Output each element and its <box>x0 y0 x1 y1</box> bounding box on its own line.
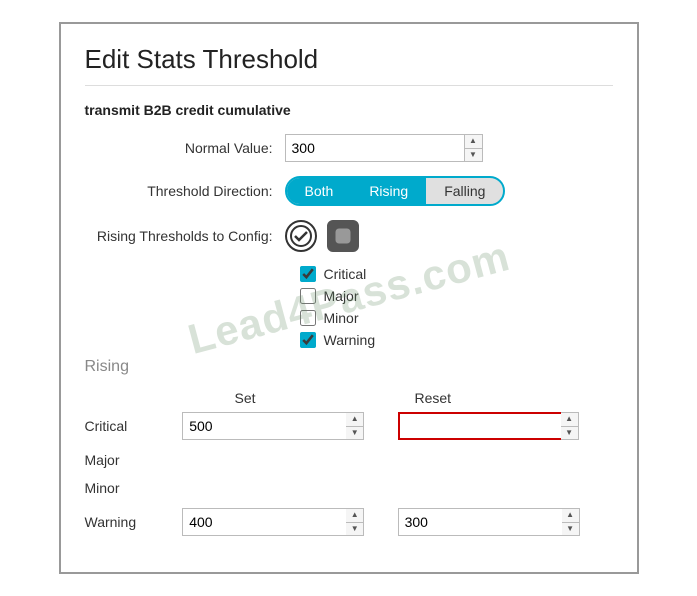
checkbox-major-label: Major <box>324 288 359 304</box>
spinner-up-icon[interactable]: ▲ <box>561 413 578 427</box>
threshold-direction-toggle: Both Rising Falling <box>285 176 506 206</box>
edit-stats-threshold-dialog: Lead4Pass.com Edit Stats Threshold trans… <box>59 22 639 574</box>
table-row-critical: Critical ▲ ▼ ▲ ▼ <box>85 412 613 440</box>
spinner-down-icon[interactable]: ▼ <box>561 427 578 440</box>
table-row-minor: Minor <box>85 480 613 496</box>
checkbox-critical[interactable]: Critical <box>300 266 613 282</box>
row-label-minor: Minor <box>85 480 183 496</box>
toggle-both[interactable]: Both <box>287 178 352 204</box>
row-label-warning: Warning <box>85 514 183 530</box>
checkbox-warning-input[interactable] <box>300 332 316 348</box>
spinner-up-icon[interactable]: ▲ <box>562 509 579 523</box>
spinner-up-icon[interactable]: ▲ <box>346 509 363 523</box>
table-header-row: Set Reset <box>85 390 613 406</box>
checkbox-critical-input[interactable] <box>300 266 316 282</box>
normal-value-row: Normal Value: ▲ ▼ <box>85 134 613 162</box>
dialog-title: Edit Stats Threshold <box>85 44 613 86</box>
rounded-rect-icon[interactable] <box>327 220 359 252</box>
checkbox-minor[interactable]: Minor <box>300 310 613 326</box>
spinner-down-icon[interactable]: ▼ <box>346 427 363 440</box>
checkbox-warning[interactable]: Warning <box>300 332 613 348</box>
row-label-major: Major <box>85 452 183 468</box>
critical-reset-input[interactable] <box>398 412 563 440</box>
dialog-subtitle: transmit B2B credit cumulative <box>85 102 613 118</box>
config-icons <box>285 220 359 252</box>
warning-set-spinner[interactable]: ▲ ▼ <box>346 508 364 536</box>
toggle-falling[interactable]: Falling <box>426 178 503 204</box>
checkbox-major[interactable]: Major <box>300 288 613 304</box>
check-circle-icon[interactable] <box>285 220 317 252</box>
threshold-direction-row: Threshold Direction: Both Rising Falling <box>85 176 613 206</box>
checkbox-minor-input[interactable] <box>300 310 316 326</box>
warning-reset-spinner[interactable]: ▲ ▼ <box>562 508 580 536</box>
reset-header: Reset <box>385 390 605 406</box>
warning-reset-input[interactable] <box>398 508 563 536</box>
checkbox-critical-label: Critical <box>324 266 367 282</box>
spinner-down-icon[interactable]: ▼ <box>465 149 482 162</box>
threshold-table: Set Reset Critical ▲ ▼ ▲ ▼ M <box>85 390 613 536</box>
checkbox-major-input[interactable] <box>300 288 316 304</box>
row-label-critical: Critical <box>85 418 183 434</box>
rising-thresholds-label: Rising Thresholds to Config: <box>85 228 285 244</box>
rising-thresholds-config-row: Rising Thresholds to Config: <box>85 220 613 252</box>
spinner-down-icon[interactable]: ▼ <box>346 523 363 536</box>
checkbox-warning-label: Warning <box>324 332 376 348</box>
spinner-up-icon[interactable]: ▲ <box>346 413 363 427</box>
checkbox-list: Critical Major Minor Warning <box>300 266 613 348</box>
toggle-rising[interactable]: Rising <box>351 178 426 204</box>
table-row-major: Major <box>85 452 613 468</box>
set-header: Set <box>185 390 385 406</box>
normal-value-input[interactable] <box>285 134 465 162</box>
critical-reset-spinner[interactable]: ▲ ▼ <box>561 412 579 440</box>
threshold-direction-label: Threshold Direction: <box>85 183 285 199</box>
warning-set-input[interactable] <box>182 508 347 536</box>
spinner-up-icon[interactable]: ▲ <box>465 135 482 149</box>
checkbox-minor-label: Minor <box>324 310 359 326</box>
normal-value-spinner[interactable]: ▲ ▼ <box>465 134 483 162</box>
rising-section-heading: Rising <box>85 358 613 376</box>
critical-set-input[interactable] <box>182 412 347 440</box>
spinner-down-icon[interactable]: ▼ <box>562 523 579 536</box>
normal-value-label: Normal Value: <box>85 140 285 156</box>
table-row-warning: Warning ▲ ▼ ▲ ▼ <box>85 508 613 536</box>
critical-set-spinner[interactable]: ▲ ▼ <box>346 412 364 440</box>
